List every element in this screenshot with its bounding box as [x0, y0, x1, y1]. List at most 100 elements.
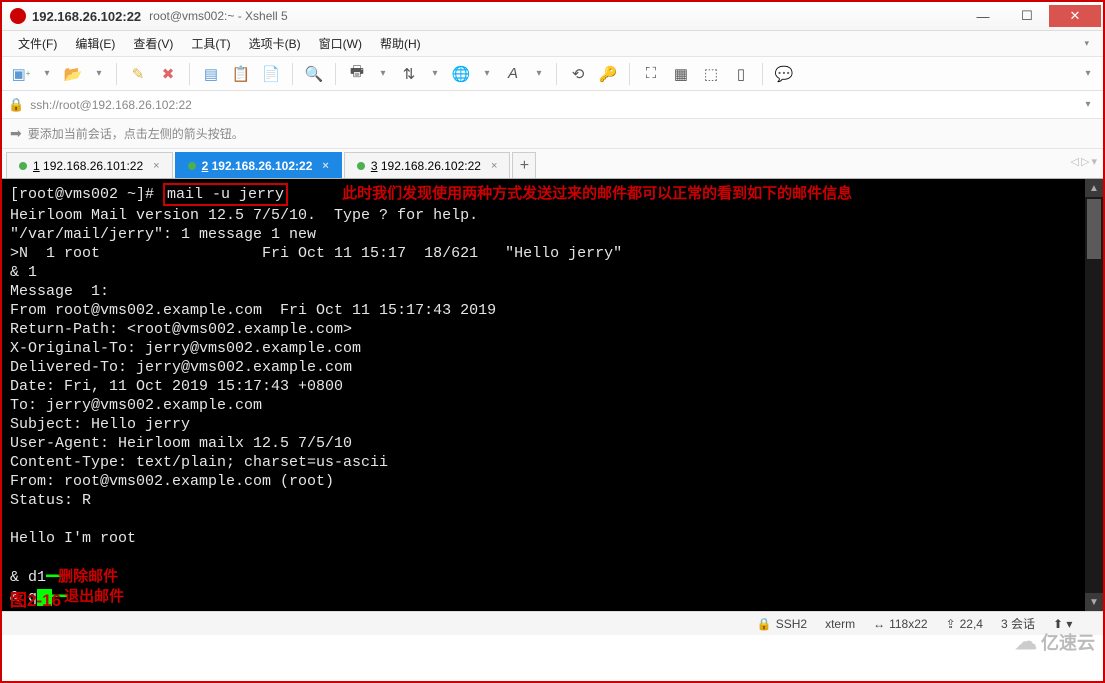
cloud-icon: ☁ — [1015, 629, 1037, 655]
tab-add-button[interactable]: + — [512, 152, 536, 178]
transfer-icon[interactable]: ⇅ — [396, 61, 422, 87]
arrow-icon: ━━ — [46, 568, 58, 587]
tab-1-close-icon[interactable]: × — [153, 160, 159, 172]
figure-label: 图2-16 — [10, 586, 61, 611]
window-title: 192.168.26.102:22 — [32, 9, 141, 24]
toolbar-overflow-icon[interactable]: ▾ — [1079, 61, 1097, 87]
tab-strip: 1 192.168.26.101:22 × 2 192.168.26.102:2… — [2, 149, 1103, 179]
prompt: [root@vms002 ~]# — [10, 186, 163, 203]
menu-view[interactable]: 查看(V) — [125, 33, 181, 54]
status-dot-icon — [19, 162, 27, 170]
address-text[interactable]: ssh://root@192.168.26.102:22 — [30, 98, 192, 112]
tab-next-icon[interactable]: ▷ — [1081, 155, 1089, 168]
term-line: Status: R — [10, 492, 91, 509]
hint-bar: ➡ 要添加当前会话，点击左侧的箭头按钮。 — [2, 119, 1103, 149]
term-line: Hello I'm root — [10, 530, 136, 547]
tab-session-2[interactable]: 2 192.168.26.102:22 × — [175, 152, 342, 178]
font-dropdown-icon[interactable]: ▾ — [530, 61, 548, 87]
term-line: & d1 — [10, 569, 46, 586]
address-overflow-icon[interactable]: ▾ — [1079, 92, 1097, 118]
tab-list-icon[interactable]: ▾ — [1091, 155, 1097, 168]
globe-icon[interactable]: 🌐 — [448, 61, 474, 87]
tab-2-num: 2 — [202, 159, 209, 173]
tile-h-icon[interactable]: ⬚ — [698, 61, 724, 87]
new-session-icon[interactable]: ▣+ — [8, 61, 34, 87]
annotation-delete: 删除邮件 — [58, 568, 118, 585]
tab-session-1[interactable]: 1 192.168.26.101:22 × — [6, 152, 173, 178]
term-line: >N 1 root Fri Oct 11 15:17 18/621 "Hello… — [10, 245, 622, 262]
disconnect-icon[interactable]: ✖ — [155, 61, 181, 87]
term-line: Date: Fri, 11 Oct 2019 15:17:43 +0800 — [10, 378, 343, 395]
menu-window[interactable]: 窗口(W) — [311, 33, 370, 54]
scroll-up-icon[interactable]: ▲ — [1085, 179, 1103, 197]
open-folder-icon[interactable]: 📂 — [60, 61, 86, 87]
term-line: "/var/mail/jerry": 1 message 1 new — [10, 226, 316, 243]
menu-overflow-icon[interactable]: ▾ — [1084, 38, 1089, 49]
properties-icon[interactable]: ▤ — [198, 61, 224, 87]
resize-icon: ↔ — [873, 617, 885, 631]
open-dropdown-icon[interactable]: ▾ — [90, 61, 108, 87]
fullscreen-icon[interactable]: ⛶ — [638, 61, 664, 87]
refresh-icon[interactable]: ⟲ — [565, 61, 591, 87]
print-dropdown-icon[interactable]: ▾ — [374, 61, 392, 87]
status-bar: 🔒SSH2 xterm ↔ 118x22 ⇪ 22,4 3 会话 ⬆ ▾ — [2, 611, 1103, 635]
term-line: Heirloom Mail version 12.5 7/5/10. Type … — [10, 207, 478, 224]
menu-edit[interactable]: 编辑(E) — [67, 33, 123, 54]
cascade-icon[interactable]: ▦ — [668, 61, 694, 87]
title-bar: 192.168.26.102:22 root@vms002:~ - Xshell… — [2, 2, 1103, 31]
key-icon[interactable]: 🔑 — [595, 61, 621, 87]
term-line: X-Original-To: jerry@vms002.example.com — [10, 340, 361, 357]
term-line: Content-Type: text/plain; charset=us-asc… — [10, 454, 388, 471]
menu-bar: 文件(F) 编辑(E) 查看(V) 工具(T) 选项卡(B) 窗口(W) 帮助(… — [2, 31, 1103, 57]
tab-prev-icon[interactable]: ◁ — [1071, 155, 1079, 168]
font-icon[interactable]: A — [500, 61, 526, 87]
term-line: Message 1: — [10, 283, 109, 300]
chat-icon[interactable]: 💬 — [771, 61, 797, 87]
menu-help[interactable]: 帮助(H) — [372, 33, 429, 54]
tab-3-close-icon[interactable]: × — [491, 160, 497, 172]
terminal-scrollbar[interactable]: ▲ ▼ — [1085, 179, 1103, 611]
term-line: User-Agent: Heirloom mailx 12.5 7/5/10 — [10, 435, 352, 452]
term-line: & 1 — [10, 264, 37, 281]
hint-arrow-icon[interactable]: ➡ — [10, 125, 22, 142]
app-logo-icon — [10, 8, 26, 24]
status-dot-icon — [188, 162, 196, 170]
minimize-button[interactable]: — — [961, 5, 1005, 27]
term-line: To: jerry@vms002.example.com — [10, 397, 262, 414]
term-line: From root@vms002.example.com Fri Oct 11 … — [10, 302, 496, 319]
reconnect-icon[interactable]: ✎ — [125, 61, 151, 87]
paste-icon[interactable]: 📄 — [258, 61, 284, 87]
print-icon[interactable]: 🖶 — [344, 61, 370, 87]
globe-dropdown-icon[interactable]: ▾ — [478, 61, 496, 87]
tile-v-icon[interactable]: ▯ — [728, 61, 754, 87]
lock-status-icon: 🔒 — [757, 617, 772, 631]
find-icon[interactable]: 🔍 — [301, 61, 327, 87]
term-line: Delivered-To: jerry@vms002.example.com — [10, 359, 352, 376]
tab-2-close-icon[interactable]: × — [322, 160, 328, 172]
tab-nav: ◁ ▷ ▾ — [1071, 155, 1097, 168]
annotation-top: 此时我们发现使用两种方式发送过来的邮件都可以正常的看到如下的邮件信息 — [342, 185, 852, 202]
term-line: From: root@vms002.example.com (root) — [10, 473, 334, 490]
new-dropdown-icon[interactable]: ▾ — [38, 61, 56, 87]
term-line: Return-Path: <root@vms002.example.com> — [10, 321, 352, 338]
menu-tabs[interactable]: 选项卡(B) — [241, 33, 309, 54]
watermark: ☁ 亿速云 — [1015, 629, 1095, 655]
annotation-quit: 退出邮件 — [64, 588, 124, 605]
tab-3-label: 192.168.26.102:22 — [381, 159, 481, 173]
term-line: Subject: Hello jerry — [10, 416, 190, 433]
maximize-button[interactable]: ☐ — [1005, 5, 1049, 27]
scroll-thumb[interactable] — [1087, 199, 1101, 259]
terminal-area: [root@vms002 ~]# mail -u jerry 此时我们发现使用两… — [2, 179, 1103, 611]
scroll-track[interactable] — [1085, 197, 1103, 593]
scroll-down-icon[interactable]: ▼ — [1085, 593, 1103, 611]
copy-icon[interactable]: 📋 — [228, 61, 254, 87]
address-bar: 🔒 ssh://root@192.168.26.102:22 ▾ — [2, 91, 1103, 119]
close-button[interactable]: ✕ — [1049, 5, 1101, 27]
menu-tools[interactable]: 工具(T) — [183, 33, 238, 54]
menu-file[interactable]: 文件(F) — [10, 33, 65, 54]
terminal-output[interactable]: [root@vms002 ~]# mail -u jerry 此时我们发现使用两… — [2, 179, 1103, 611]
tab-session-3[interactable]: 3 192.168.26.102:22 × — [344, 152, 511, 178]
tab-1-num: 1 — [33, 159, 40, 173]
transfer-dropdown-icon[interactable]: ▾ — [426, 61, 444, 87]
status-dot-icon — [357, 162, 365, 170]
